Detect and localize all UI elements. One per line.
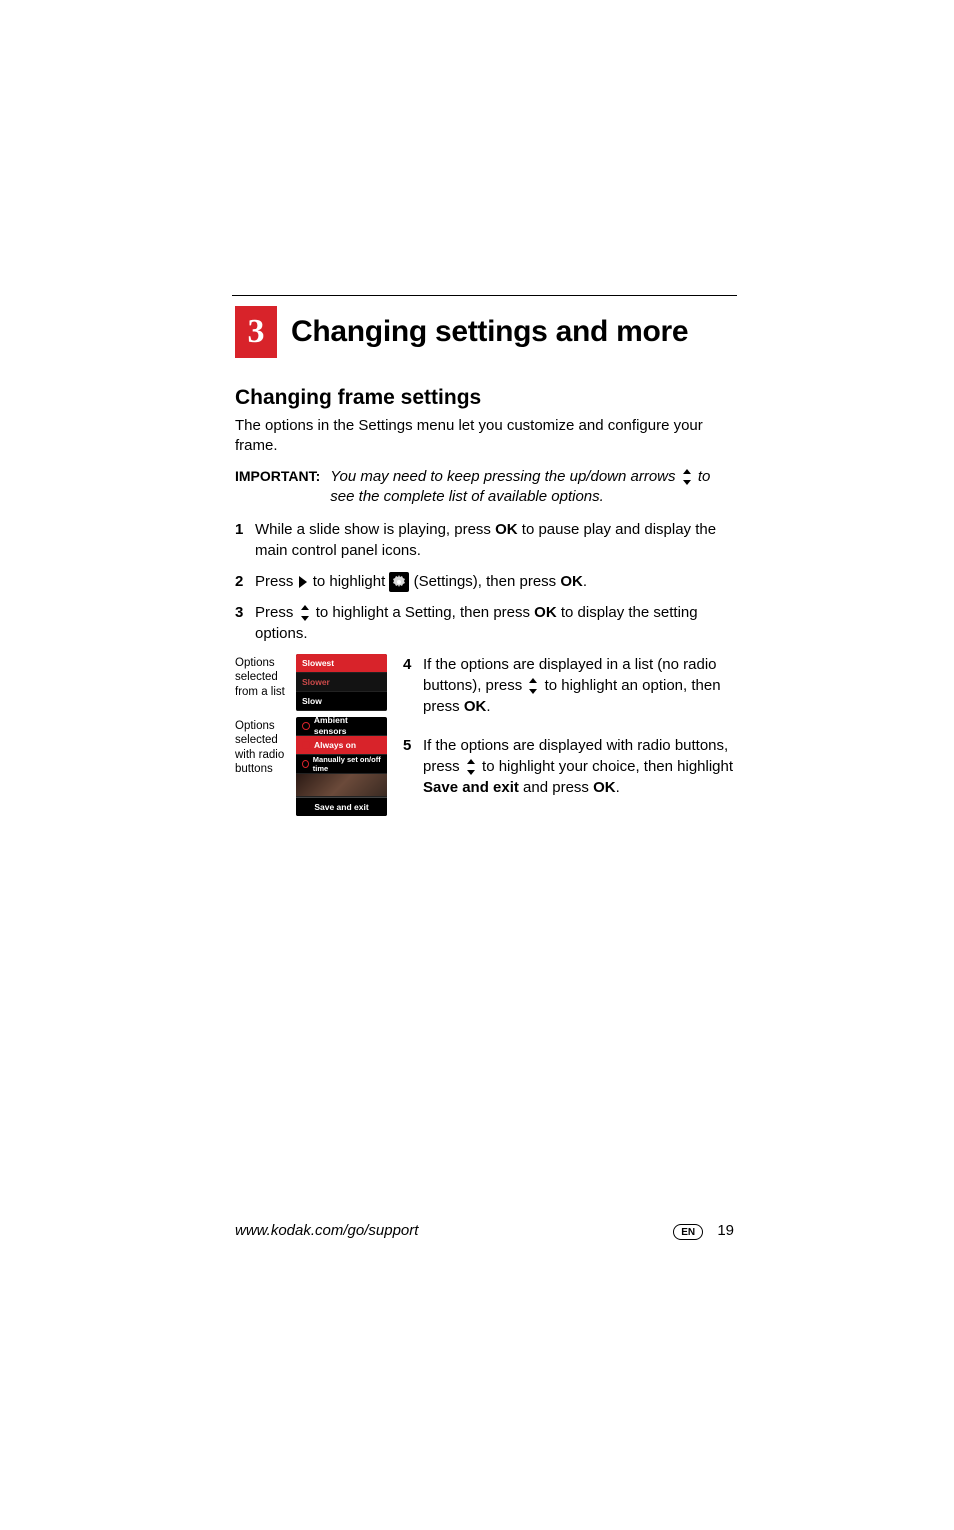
important-label: IMPORTANT: (235, 467, 320, 508)
step-4-ok: OK (464, 698, 487, 715)
steps-list: While a slide show is playing, press OK … (235, 519, 734, 644)
chapter-header: 3 Changing settings and more (235, 306, 734, 358)
step-2: Press to highlight (Settings), then pres… (235, 571, 734, 592)
step-4-number: 4 (403, 654, 411, 675)
right-arrow-icon (298, 575, 309, 589)
settings-gear-icon (389, 572, 409, 592)
figure-caption-radio: Options selected with radio buttons (235, 717, 290, 816)
device-item-slowest: Slowest (296, 654, 387, 673)
up-down-arrow-icon (298, 605, 312, 621)
figure-row: Options selected from a list Slowest Slo… (235, 654, 734, 816)
up-down-arrow-icon (680, 469, 694, 485)
step-5-save: Save and exit (423, 779, 519, 796)
device-preview-image (296, 774, 387, 797)
chapter-title: Changing settings and more (291, 315, 688, 349)
device-radio-manual-label: Manually set on/off time (313, 755, 381, 774)
important-text: You may need to keep pressing the up/dow… (330, 467, 734, 508)
section-title: Changing frame settings (235, 386, 734, 410)
step-2-b: to highlight (313, 573, 390, 590)
step-3-ok: OK (534, 604, 557, 621)
top-rule (232, 295, 737, 296)
step-1: While a slide show is playing, press OK … (235, 519, 734, 561)
up-down-arrow-icon (526, 678, 540, 694)
step-1-a: While a slide show is playing, press (255, 521, 495, 538)
radio-off-icon (302, 760, 309, 768)
radio-on-icon (302, 741, 310, 749)
page-footer: www.kodak.com/go/support EN 19 (235, 1222, 734, 1241)
device-radio-manual: Manually set on/off time (296, 755, 387, 774)
device-item-slower: Slower (296, 673, 387, 692)
important-text-before: You may need to keep pressing the up/dow… (330, 468, 679, 485)
step-2-d: . (583, 573, 587, 590)
device-list-menu: Slowest Slower Slow (296, 654, 387, 711)
device-radio-menu: Ambient sensors Always on Manually set o… (296, 717, 387, 816)
step-2-a: Press (255, 573, 298, 590)
step-5: 5 If the options are displayed with radi… (403, 735, 734, 798)
step-5-c: and press (519, 779, 593, 796)
language-badge: EN (673, 1224, 703, 1240)
figure-caption-list: Options selected from a list (235, 654, 290, 711)
footer-url: www.kodak.com/go/support (235, 1222, 418, 1239)
step-2-ok: OK (560, 573, 583, 590)
device-radio-always-on-label: Always on (314, 740, 356, 751)
step-5-number: 5 (403, 735, 411, 756)
device-radio-ambient: Ambient sensors (296, 717, 387, 736)
device-save-exit: Save and exit (296, 797, 387, 816)
figure-list-block: Options selected from a list Slowest Slo… (235, 654, 387, 711)
device-item-slow: Slow (296, 692, 387, 711)
page-number: 19 (717, 1222, 734, 1239)
device-radio-ambient-label: Ambient sensors (314, 717, 381, 737)
radio-off-icon (302, 722, 310, 730)
chapter-number-badge: 3 (235, 306, 277, 358)
section-intro: The options in the Settings menu let you… (235, 416, 734, 457)
step-3-a: Press (255, 604, 298, 621)
step-5-ok: OK (593, 779, 616, 796)
step-3-b: to highlight a Setting, then press (316, 604, 534, 621)
step-2-c: (Settings), then press (414, 573, 561, 590)
step-1-ok: OK (495, 521, 518, 538)
figure-right-column: 4 If the options are displayed in a list… (403, 654, 734, 816)
step-5-b: to highlight your choice, then highlight (482, 758, 733, 775)
figure-left-column: Options selected from a list Slowest Slo… (235, 654, 387, 816)
device-radio-always-on: Always on (296, 736, 387, 755)
important-block: IMPORTANT: You may need to keep pressing… (235, 467, 734, 508)
step-4-c: . (486, 698, 490, 715)
up-down-arrow-icon (464, 759, 478, 775)
step-4: 4 If the options are displayed in a list… (403, 654, 734, 717)
step-3: Press to highlight a Setting, then press… (235, 602, 734, 644)
figure-radio-block: Options selected with radio buttons Ambi… (235, 717, 387, 816)
footer-right: EN 19 (673, 1222, 734, 1241)
step-5-d: . (616, 779, 620, 796)
